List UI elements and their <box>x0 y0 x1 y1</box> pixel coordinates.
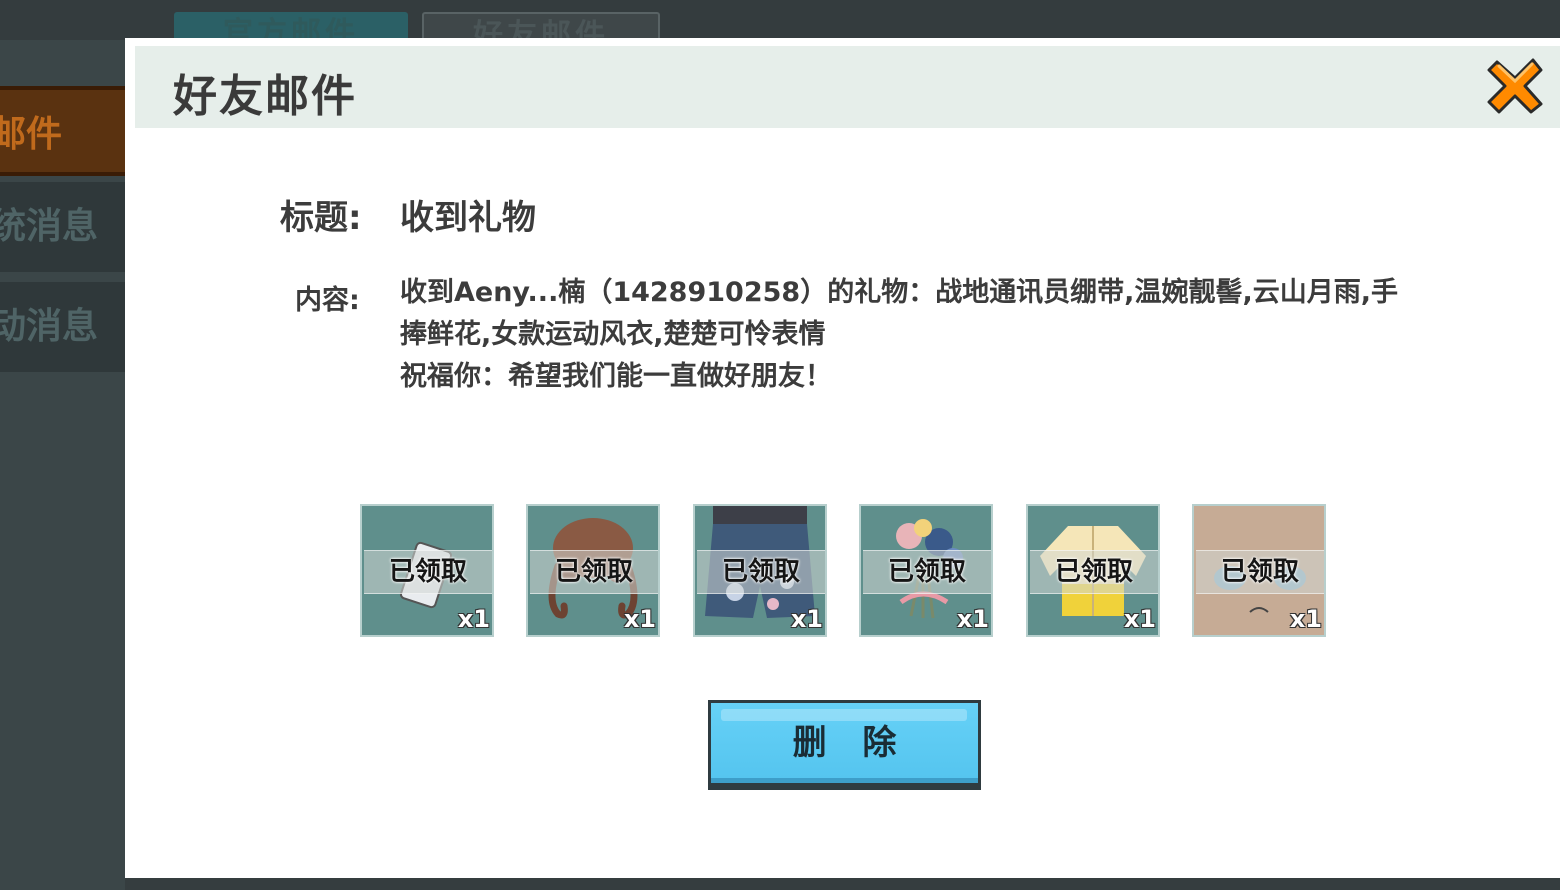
close-button[interactable] <box>1487 54 1543 116</box>
gift-item-slot[interactable]: 已领取 x1 <box>526 504 660 637</box>
claimed-status-label: 已领取 <box>1030 550 1158 594</box>
content-label: 内容: <box>295 285 360 316</box>
gift-item-slot[interactable]: 已领取 x1 <box>1026 504 1160 637</box>
close-x-icon <box>1487 58 1543 114</box>
sidebar-item-system-messages[interactable]: 统消息 <box>0 182 126 272</box>
gift-item-slot[interactable]: 已领取 x1 <box>859 504 993 637</box>
item-quantity: x1 <box>1123 605 1156 633</box>
mail-content: 收到Aeny...楠（1428910258）的礼物：战地通讯员绷带,温婉靓髻,云… <box>400 272 1440 398</box>
claimed-status-label: 已领取 <box>530 550 658 594</box>
sidebar-item-activity-messages[interactable]: 动消息 <box>0 282 126 372</box>
mail-dialog: 好友邮件 标题: 收到礼物 内容: 收到Aeny...楠（1428910258）… <box>125 38 1560 878</box>
dialog-header: 好友邮件 <box>135 46 1560 128</box>
sidebar-item-mail[interactable]: 邮件 <box>0 86 126 176</box>
claimed-status-label: 已领取 <box>863 550 991 594</box>
delete-button[interactable]: 删 除 <box>708 700 981 790</box>
delete-button-face: 删 除 <box>711 703 978 783</box>
gift-item-slot[interactable]: 已领取 x1 <box>693 504 827 637</box>
gift-item-slot[interactable]: 已领取 x1 <box>1192 504 1326 637</box>
item-quantity: x1 <box>790 605 823 633</box>
claimed-status-label: 已领取 <box>364 550 492 594</box>
item-quantity: x1 <box>623 605 656 633</box>
dialog-title: 好友邮件 <box>173 71 357 122</box>
delete-button-label: 删 除 <box>792 723 909 763</box>
background-bottom-strip <box>125 878 1560 890</box>
content-line: 收到Aeny...楠（1428910258）的礼物：战地通讯员绷带,温婉靓髻,云… <box>400 277 1398 308</box>
subject-label: 标题: <box>280 198 362 238</box>
claimed-status-label: 已领取 <box>1196 550 1324 594</box>
gift-item-slot[interactable]: 已领取 x1 <box>360 504 494 637</box>
item-quantity: x1 <box>457 605 490 633</box>
content-line: 祝福你：希望我们能一直做好朋友！ <box>400 361 832 392</box>
claimed-status-label: 已领取 <box>697 550 825 594</box>
subject-value: 收到礼物 <box>400 198 536 238</box>
item-quantity: x1 <box>1289 605 1322 633</box>
content-line: 捧鲜花,女款运动风衣,楚楚可怜表情 <box>400 319 826 350</box>
item-quantity: x1 <box>956 605 989 633</box>
